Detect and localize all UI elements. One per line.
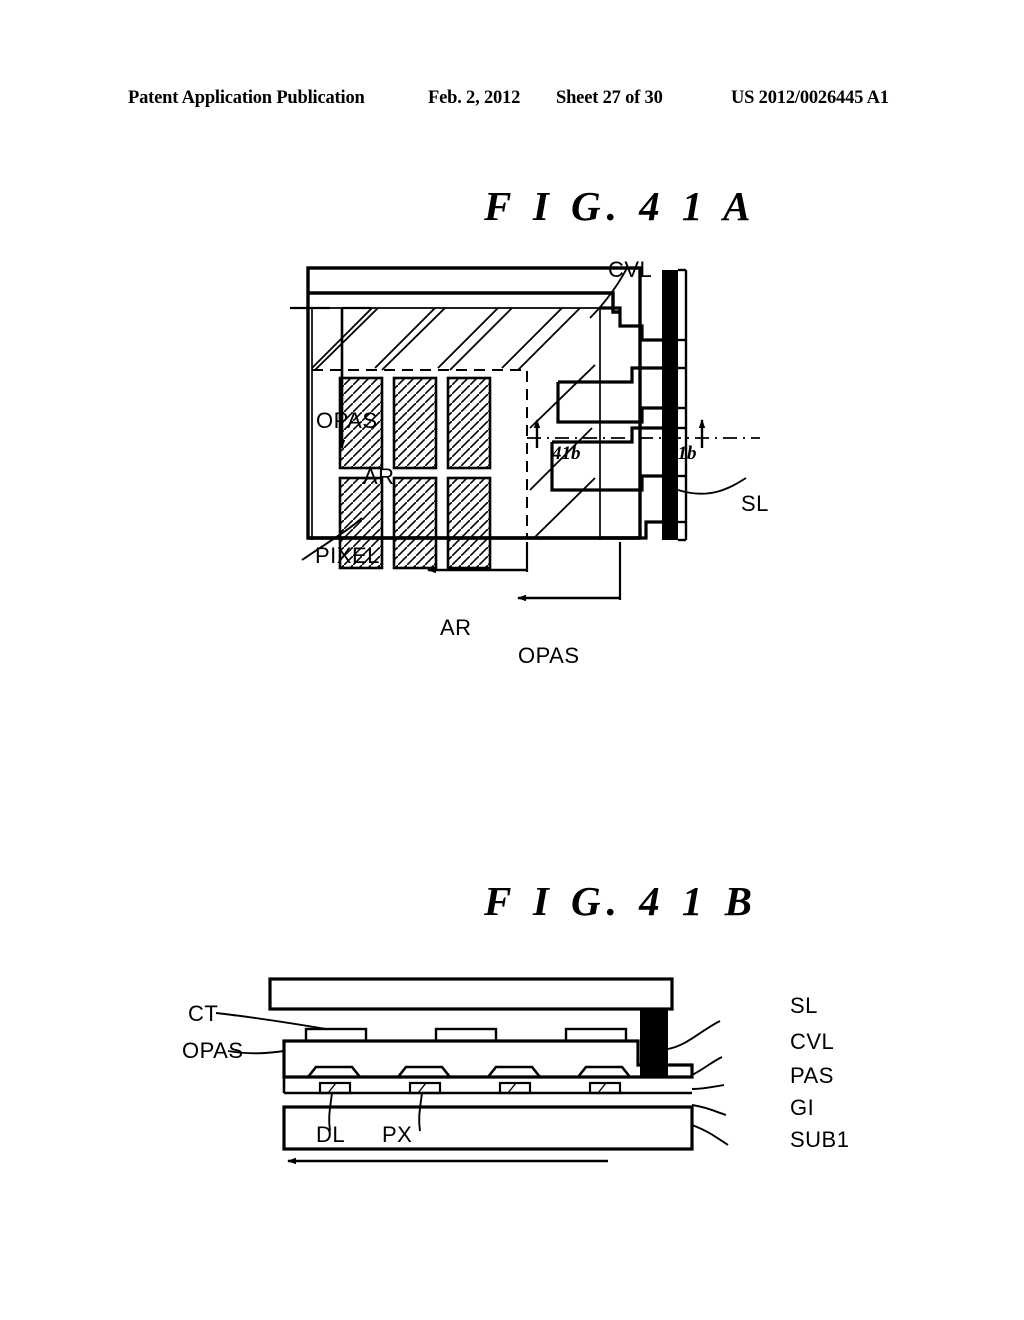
label-ar-left-41a: AR	[363, 464, 395, 489]
sub1-layer	[282, 1105, 694, 1151]
label-pas-41b: PAS	[790, 1063, 834, 1088]
header-patent-number: US 2012/0026445 A1	[731, 88, 889, 108]
sl-bus-bar	[662, 270, 678, 540]
header-sheet-number: Sheet 27 of 30	[556, 88, 663, 108]
section-marker-41b-left: 41b	[552, 443, 581, 464]
label-cvl-41b: CVL	[790, 1029, 835, 1054]
header-publication: Patent Application Publication	[128, 88, 365, 108]
label-px-41b: PX	[382, 1122, 413, 1147]
section-marker-41b-right: 41b	[668, 443, 697, 464]
label-ar-bottom-41a: AR	[440, 615, 472, 640]
label-opas-41b: OPAS	[182, 1038, 244, 1063]
ct-pad	[564, 1027, 628, 1043]
figure-41a-drawing	[290, 265, 760, 602]
ct-pad	[434, 1027, 498, 1043]
label-sub1-41b: SUB1	[790, 1127, 850, 1152]
label-dl-41b: DL	[316, 1122, 346, 1147]
label-gi-41b: GI	[790, 1095, 815, 1120]
ct-pad	[304, 1027, 368, 1043]
figure-41a-title: F I G. 4 1 A	[484, 183, 757, 229]
label-opas-bottom-41a: OPAS	[518, 643, 580, 668]
label-sl-41a: SL	[741, 491, 769, 516]
label-cvl-41a: CVL	[608, 257, 653, 282]
header-date: Feb. 2, 2012	[428, 88, 521, 108]
electrode-row	[318, 1081, 622, 1095]
label-opas-left-41a: OPAS	[316, 408, 378, 433]
label-pixel-41a: PIXEL	[315, 543, 380, 568]
label-sl-41b: SL	[790, 993, 818, 1018]
figure-41b-drawing	[215, 977, 729, 1165]
label-ct-41b: CT	[188, 1001, 219, 1026]
figure-41b-title: F I G. 4 1 B	[484, 878, 759, 924]
page-header: Patent Application Publication Feb. 2, 2…	[0, 88, 1024, 114]
opas-layer	[282, 1039, 694, 1079]
sl-column	[640, 1009, 668, 1077]
patent-page: Patent Application Publication Feb. 2, 2…	[0, 0, 1024, 1320]
